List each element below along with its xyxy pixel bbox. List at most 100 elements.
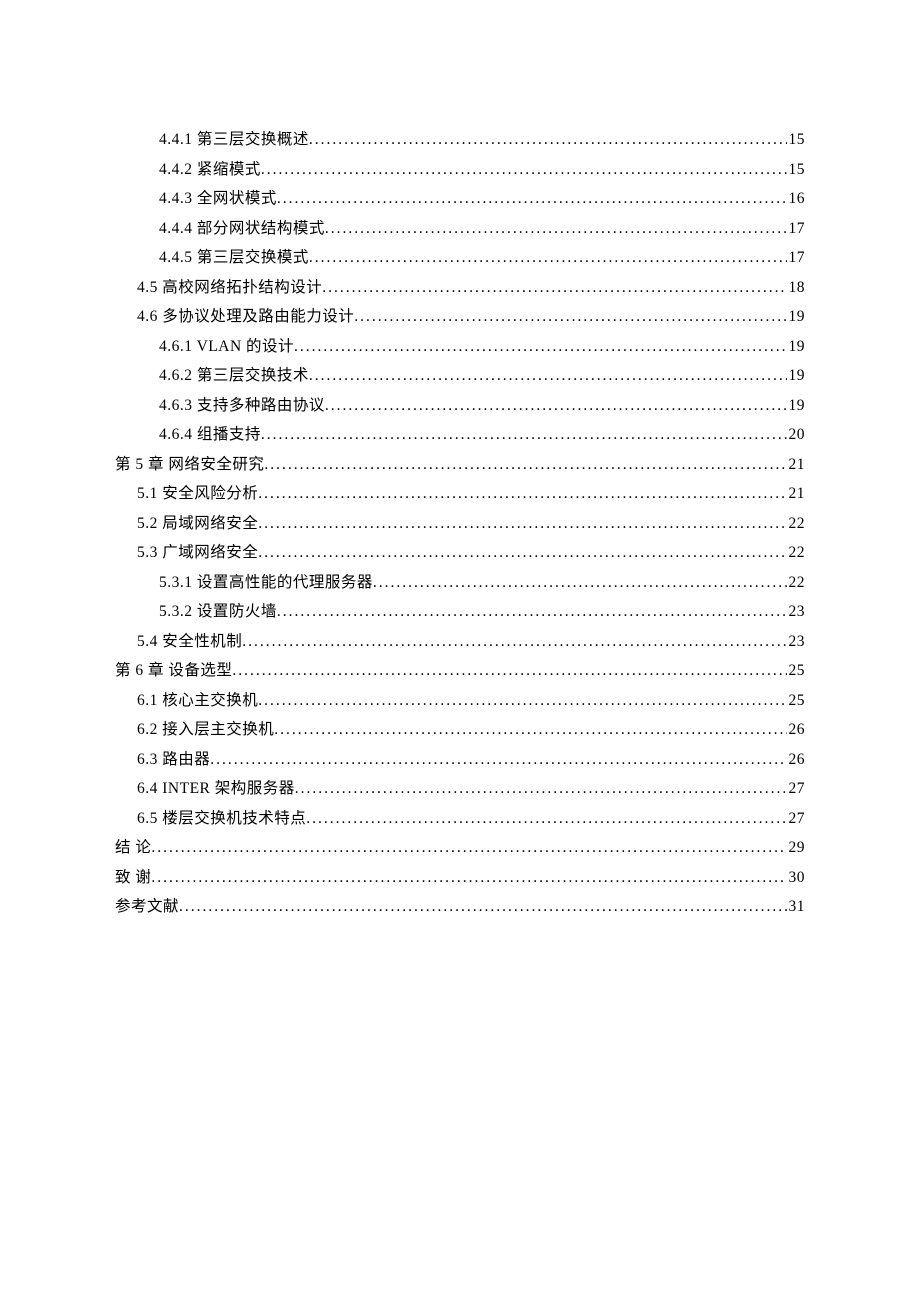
toc-leader-dots <box>325 391 787 421</box>
toc-label: 6.3 路由器 <box>137 745 210 775</box>
toc-leader-dots <box>258 509 786 539</box>
toc-entry[interactable]: 6.4 INTER 架构服务器 27 <box>115 774 805 804</box>
toc-entry[interactable]: 第 5 章 网络安全研究 21 <box>115 450 805 480</box>
toc-entry[interactable]: 5.3.1 设置高性能的代理服务器 22 <box>115 568 805 598</box>
toc-entry[interactable]: 5.2 局域网络安全 22 <box>115 509 805 539</box>
toc-leader-dots <box>322 273 786 303</box>
toc-entry[interactable]: 参考文献 31 <box>115 892 805 922</box>
toc-page-number: 19 <box>787 391 806 421</box>
toc-entry[interactable]: 5.1 安全风险分析 21 <box>115 479 805 509</box>
toc-page-number: 20 <box>787 420 806 450</box>
toc-entry[interactable]: 5.3 广域网络安全 22 <box>115 538 805 568</box>
toc-leader-dots <box>354 302 786 332</box>
toc-leader-dots <box>261 420 787 450</box>
toc-page-number: 23 <box>787 597 806 627</box>
toc-page-number: 26 <box>787 745 806 775</box>
toc-page-number: 17 <box>787 243 806 273</box>
toc-leader-dots <box>325 214 787 244</box>
toc-leader-dots <box>373 568 787 598</box>
toc-label: 5.4 安全性机制 <box>137 627 242 657</box>
toc-leader-dots <box>258 479 786 509</box>
document-page: 4.4.1 第三层交换概述 15 4.4.2 紧缩模式 15 4.4.3 全网状… <box>0 0 920 1301</box>
toc-page-number: 22 <box>787 509 806 539</box>
toc-entry[interactable]: 结 论 29 <box>115 833 805 863</box>
toc-entry[interactable]: 5.4 安全性机制 23 <box>115 627 805 657</box>
toc-label: 5.2 局域网络安全 <box>137 509 258 539</box>
toc-label: 第 6 章 设备选型 <box>115 656 232 686</box>
toc-leader-dots <box>242 627 786 657</box>
toc-leader-dots <box>232 656 786 686</box>
toc-label: 4.6.2 第三层交换技术 <box>159 361 309 391</box>
toc-label: 致 谢 <box>115 863 151 893</box>
toc-entry[interactable]: 4.6 多协议处理及路由能力设计 19 <box>115 302 805 332</box>
toc-leader-dots <box>151 863 786 893</box>
toc-entry[interactable]: 4.5 高校网络拓扑结构设计 18 <box>115 273 805 303</box>
toc-label: 5.1 安全风险分析 <box>137 479 258 509</box>
toc-leader-dots <box>151 833 786 863</box>
toc-page-number: 21 <box>787 450 806 480</box>
toc-label: 结 论 <box>115 833 151 863</box>
toc-page-number: 19 <box>787 302 806 332</box>
toc-label: 4.4.4 部分网状结构模式 <box>159 214 325 244</box>
toc-page-number: 30 <box>787 863 806 893</box>
toc-page-number: 25 <box>787 686 806 716</box>
toc-leader-dots <box>261 155 787 185</box>
toc-page-number: 27 <box>787 774 806 804</box>
toc-entry[interactable]: 第 6 章 设备选型 25 <box>115 656 805 686</box>
toc-leader-dots <box>210 745 786 775</box>
toc-label: 4.4.3 全网状模式 <box>159 184 277 214</box>
toc-label: 6.1 核心主交换机 <box>137 686 258 716</box>
toc-page-number: 15 <box>787 155 806 185</box>
toc-page-number: 22 <box>787 538 806 568</box>
toc-entry[interactable]: 致 谢 30 <box>115 863 805 893</box>
toc-entry[interactable]: 4.4.1 第三层交换概述 15 <box>115 125 805 155</box>
toc-leader-dots <box>274 715 786 745</box>
toc-page-number: 15 <box>787 125 806 155</box>
toc-page-number: 21 <box>787 479 806 509</box>
toc-entry[interactable]: 4.4.5 第三层交换模式 17 <box>115 243 805 273</box>
toc-label: 4.6.1 VLAN 的设计 <box>159 332 294 362</box>
toc-page-number: 29 <box>787 833 806 863</box>
toc-entry[interactable]: 6.5 楼层交换机技术特点 27 <box>115 804 805 834</box>
toc-label: 4.6 多协议处理及路由能力设计 <box>137 302 354 332</box>
toc-label: 4.4.2 紧缩模式 <box>159 155 261 185</box>
toc-leader-dots <box>309 243 787 273</box>
toc-label: 4.5 高校网络拓扑结构设计 <box>137 273 322 303</box>
toc-entry[interactable]: 4.6.1 VLAN 的设计 19 <box>115 332 805 362</box>
toc-leader-dots <box>309 125 787 155</box>
toc-label: 第 5 章 网络安全研究 <box>115 450 264 480</box>
toc-label: 6.2 接入层主交换机 <box>137 715 274 745</box>
toc-leader-dots <box>258 686 786 716</box>
toc-entry[interactable]: 6.2 接入层主交换机 26 <box>115 715 805 745</box>
toc-entry[interactable]: 6.3 路由器 26 <box>115 745 805 775</box>
toc-leader-dots <box>179 892 786 922</box>
toc-entry[interactable]: 4.4.4 部分网状结构模式 17 <box>115 214 805 244</box>
toc-entry[interactable]: 4.6.4 组播支持 20 <box>115 420 805 450</box>
toc-leader-dots <box>264 450 786 480</box>
toc-label: 5.3.1 设置高性能的代理服务器 <box>159 568 373 598</box>
toc-entry[interactable]: 6.1 核心主交换机 25 <box>115 686 805 716</box>
toc-leader-dots <box>277 597 787 627</box>
toc-label: 6.5 楼层交换机技术特点 <box>137 804 306 834</box>
toc-label: 4.6.4 组播支持 <box>159 420 261 450</box>
toc-page-number: 19 <box>787 361 806 391</box>
toc-page-number: 26 <box>787 715 806 745</box>
toc-page-number: 16 <box>787 184 806 214</box>
toc-label: 4.4.5 第三层交换模式 <box>159 243 309 273</box>
toc-label: 5.3.2 设置防火墙 <box>159 597 277 627</box>
toc-leader-dots <box>306 804 786 834</box>
toc-entry[interactable]: 4.4.3 全网状模式 16 <box>115 184 805 214</box>
toc-entry[interactable]: 4.4.2 紧缩模式 15 <box>115 155 805 185</box>
toc-entry[interactable]: 4.6.2 第三层交换技术 19 <box>115 361 805 391</box>
toc-leader-dots <box>277 184 787 214</box>
toc-label: 4.4.1 第三层交换概述 <box>159 125 309 155</box>
toc-label: 参考文献 <box>115 892 179 922</box>
toc-label: 5.3 广域网络安全 <box>137 538 258 568</box>
toc-page-number: 19 <box>787 332 806 362</box>
toc-leader-dots <box>309 361 787 391</box>
toc-label: 6.4 INTER 架构服务器 <box>137 774 295 804</box>
toc-page-number: 23 <box>787 627 806 657</box>
toc-entry[interactable]: 5.3.2 设置防火墙 23 <box>115 597 805 627</box>
toc-page-number: 22 <box>787 568 806 598</box>
toc-entry[interactable]: 4.6.3 支持多种路由协议 19 <box>115 391 805 421</box>
